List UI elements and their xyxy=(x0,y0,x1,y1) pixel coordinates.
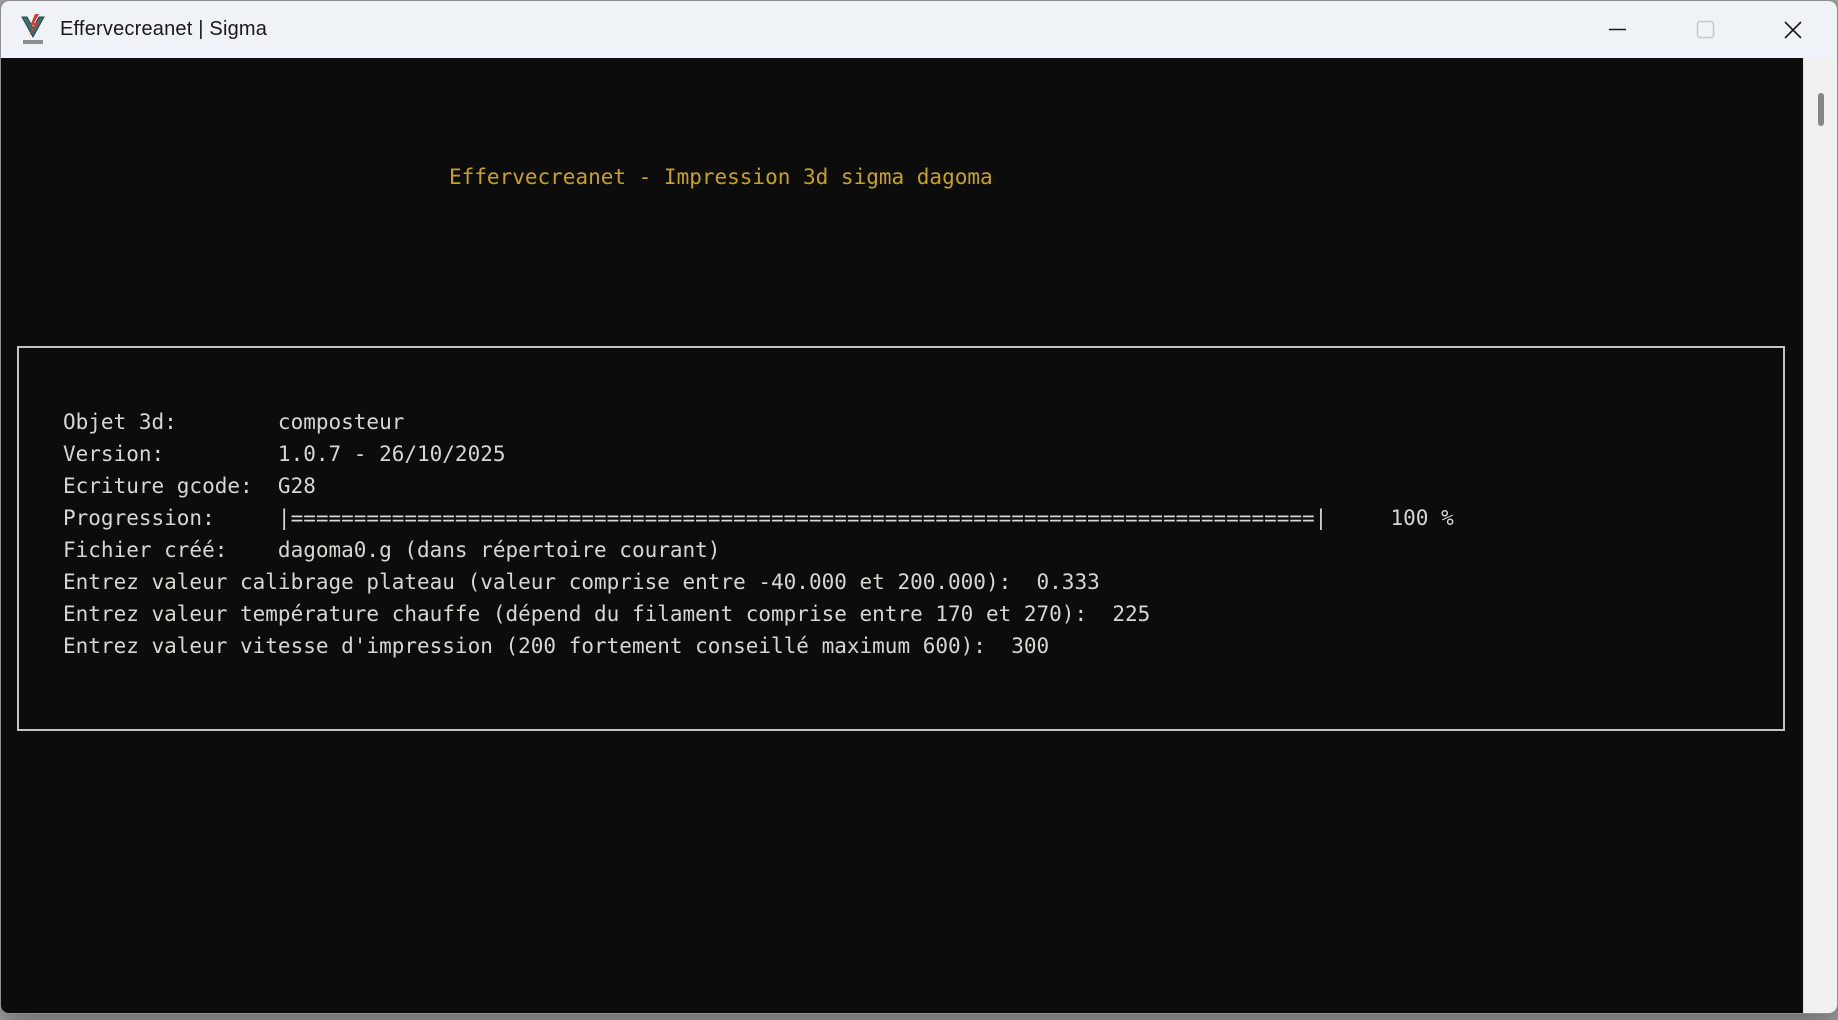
console-header: Effervecreanet - Impression 3d sigma dag… xyxy=(449,165,993,189)
scrollbar[interactable] xyxy=(1803,58,1837,1013)
titlebar[interactable]: Effervecreanet | Sigma xyxy=(1,1,1837,58)
close-icon xyxy=(1784,20,1802,39)
line-progression: Progression: |==========================… xyxy=(63,506,1454,530)
console[interactable]: Effervecreanet - Impression 3d sigma dag… xyxy=(1,58,1803,1013)
line-temperature-input: Entrez valeur température chauffe (dépen… xyxy=(63,602,1151,626)
window-controls xyxy=(1573,1,1837,58)
line-vitesse-input: Entrez valeur vitesse d'impression (200 … xyxy=(63,634,1050,658)
line-objet-3d: Objet 3d: composteur xyxy=(63,410,405,434)
close-button[interactable] xyxy=(1749,1,1837,58)
scrollbar-thumb[interactable] xyxy=(1817,93,1824,126)
app-icon[interactable] xyxy=(19,13,47,47)
app-window: Effervecreanet | Sigma Effervecreanet - … xyxy=(0,0,1838,1014)
maximize-button[interactable] xyxy=(1661,1,1749,58)
line-calibrage-input: Entrez valeur calibrage plateau (valeur … xyxy=(63,570,1100,594)
minimize-icon xyxy=(1608,28,1626,31)
window-title: Effervecreanet | Sigma xyxy=(60,18,268,40)
maximize-icon xyxy=(1696,20,1714,39)
output-box: Objet 3d: composteur Version: 1.0.7 - 26… xyxy=(17,346,1785,731)
line-fichier-cree: Fichier créé: dagoma0.g (dans répertoire… xyxy=(63,538,721,562)
minimize-button[interactable] xyxy=(1573,1,1661,58)
line-ecriture-gcode: Ecriture gcode: G28 xyxy=(63,474,316,498)
line-version: Version: 1.0.7 - 26/10/2025 xyxy=(63,442,506,466)
